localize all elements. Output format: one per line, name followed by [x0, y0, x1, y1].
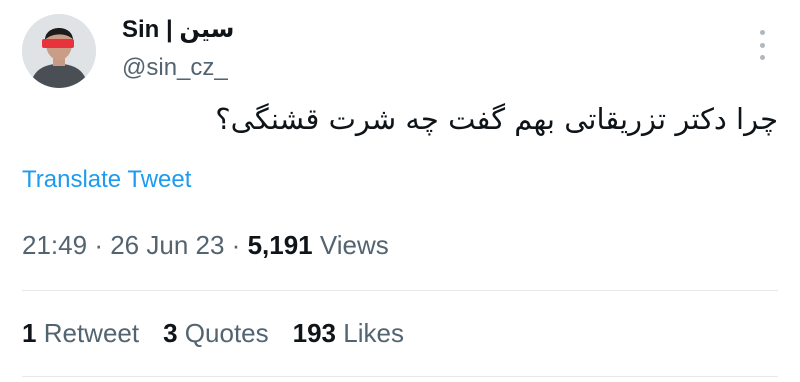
retweets-count: 1	[22, 318, 37, 348]
more-vertical-icon[interactable]	[752, 30, 772, 60]
views-label: Views	[319, 230, 389, 260]
display-name[interactable]: Sin | سین	[122, 15, 234, 44]
quotes-stat[interactable]: 3 Quotes	[163, 318, 269, 349]
quotes-label: Quotes	[184, 318, 269, 348]
meta-separator: ·	[94, 230, 103, 260]
divider	[22, 376, 778, 377]
more-dot	[759, 55, 765, 60]
retweets-stat[interactable]: 1 Retweet	[22, 318, 139, 349]
quotes-count: 3	[163, 318, 178, 348]
divider	[22, 290, 778, 291]
tweet-stats: 1 Retweet 3 Quotes 193 Likes	[22, 318, 428, 349]
meta-separator: ·	[231, 230, 241, 260]
views-count: 5,191	[247, 230, 313, 260]
tweet-text: چرا دکتر تزریقاتی بهم گفت چه شرت قشنگی؟	[215, 102, 778, 136]
likes-label: Likes	[343, 318, 404, 348]
avatar-photo	[22, 14, 96, 88]
translate-tweet-link[interactable]: Translate Tweet	[22, 166, 191, 194]
tweet-meta: 21:49 · 26 Jun 23 · 5,191 Views	[22, 230, 389, 261]
retweets-label: Retweet	[43, 318, 140, 348]
face-redaction-bar	[42, 39, 74, 48]
more-dot	[759, 30, 765, 35]
likes-count: 193	[292, 318, 337, 348]
likes-stat[interactable]: 193 Likes	[293, 318, 404, 349]
tweet-time[interactable]: 21:49	[22, 230, 87, 260]
handle[interactable]: @sin_cz_	[122, 54, 228, 82]
more-dot	[759, 42, 765, 48]
tweet-date[interactable]: 26 Jun 23	[110, 230, 224, 260]
avatar[interactable]	[22, 14, 96, 88]
